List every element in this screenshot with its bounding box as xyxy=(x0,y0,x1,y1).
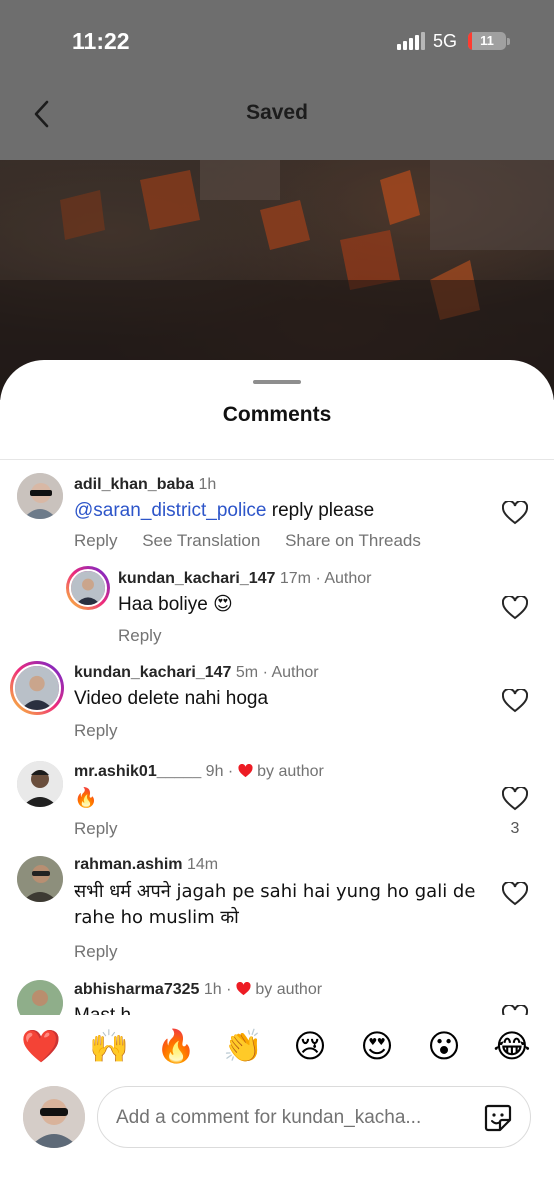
like-count[interactable]: 3 xyxy=(502,820,528,838)
like-heart-icon[interactable] xyxy=(502,596,528,620)
avatar[interactable] xyxy=(17,473,63,519)
mention-link[interactable]: @saran_district_police xyxy=(74,500,267,521)
comment-meta: adil_khan_baba 1h xyxy=(74,476,216,494)
avatar[interactable] xyxy=(17,761,63,807)
comment-text: @saran_district_police reply please xyxy=(74,500,375,521)
reply-button[interactable]: Reply xyxy=(74,819,117,838)
reaction-laughing-emoji[interactable]: 😂 xyxy=(492,1027,532,1065)
liked-by-author-label: by author xyxy=(255,981,323,998)
timestamp: 17m xyxy=(279,570,311,587)
reaction-clap-emoji[interactable]: 👏 xyxy=(223,1027,263,1065)
author-badge: · Author xyxy=(315,570,372,587)
comment-meta: rahman.ashim 14m xyxy=(74,856,218,874)
comment-input[interactable]: Add a comment for kundan_kacha... xyxy=(97,1086,531,1148)
comment-actions: Reply xyxy=(74,819,137,839)
avatar[interactable] xyxy=(17,980,63,1015)
battery-level: 11 xyxy=(480,33,494,48)
liked-by-author-label: by author xyxy=(257,763,324,780)
comment-input-placeholder: Add a comment for kundan_kacha... xyxy=(116,1107,422,1128)
timestamp: 9h xyxy=(205,763,224,780)
comment-text: 🔥 xyxy=(74,787,98,809)
page-title: Saved xyxy=(246,101,308,124)
username[interactable]: adil_khan_baba xyxy=(74,476,194,493)
username[interactable]: abhisharma7325 xyxy=(74,981,199,998)
comment-actions: Reply xyxy=(74,942,137,962)
top-bar: 11:22 5G 11 Saved xyxy=(0,0,554,160)
timestamp: 1h xyxy=(198,476,217,493)
comment-meta: abhisharma7325 1h · by author xyxy=(74,981,323,998)
status-bar: 11:22 5G 11 xyxy=(0,26,554,58)
like-heart-icon[interactable] xyxy=(502,689,528,713)
network-type: 5G xyxy=(433,31,458,51)
like-heart-icon[interactable] xyxy=(502,882,528,906)
my-avatar[interactable] xyxy=(23,1086,85,1148)
sticker-icon[interactable] xyxy=(482,1102,514,1134)
comment-text: सभी धर्म अपने jagah pe sahi hai yung ho … xyxy=(74,881,476,928)
username[interactable]: mr.ashik01_____ xyxy=(74,763,201,780)
like-heart-icon[interactable] xyxy=(502,1005,528,1015)
reply-button[interactable]: Reply xyxy=(118,626,161,645)
comment-meta: mr.ashik01_____ 9h · by author xyxy=(74,763,324,780)
like-heart-icon[interactable] xyxy=(502,787,528,811)
comment-meta: kundan_kachari_147 17m · Author xyxy=(118,570,371,588)
comment-text: Video delete nahi hoga xyxy=(74,688,269,709)
see-translation-button[interactable]: See Translation xyxy=(142,531,260,550)
reaction-bar: ❤️ 🙌 🔥 👏 😢 😍 😮 😂 xyxy=(0,1015,554,1085)
battery-icon: 11 xyxy=(468,32,506,50)
reaction-raised-hands-emoji[interactable]: 🙌 xyxy=(89,1027,129,1065)
drag-handle[interactable] xyxy=(253,380,301,384)
comment-text: Haa boliye 😍 xyxy=(118,594,233,615)
comments-list[interactable]: adil_khan_baba 1h @saran_district_police… xyxy=(0,460,554,1015)
username[interactable]: kundan_kachari_147 xyxy=(74,664,231,681)
reaction-crying-emoji[interactable]: 😢 xyxy=(290,1027,330,1065)
avatar[interactable] xyxy=(66,566,110,610)
like-heart-icon[interactable] xyxy=(502,501,528,525)
reaction-fire-emoji[interactable]: 🔥 xyxy=(156,1027,196,1065)
comment-actions: Reply xyxy=(118,626,181,646)
reaction-surprised-emoji[interactable]: 😮 xyxy=(424,1027,464,1065)
reply-button[interactable]: Reply xyxy=(74,531,117,550)
comment-composer: Add a comment for kundan_kacha... xyxy=(0,1083,554,1200)
comment-actions: Reply See Translation Share on Threads xyxy=(74,531,441,551)
signal-icon xyxy=(397,32,425,50)
username[interactable]: rahman.ashim xyxy=(74,856,182,873)
author-heart-icon xyxy=(236,982,251,996)
author-badge: · Author xyxy=(262,664,319,681)
share-on-threads-button[interactable]: Share on Threads xyxy=(285,531,421,550)
reaction-heart-eyes-emoji[interactable]: 😍 xyxy=(357,1027,397,1065)
comment-actions: Reply xyxy=(74,721,137,741)
author-heart-icon xyxy=(238,764,253,778)
reaction-heart-emoji[interactable]: ❤️ xyxy=(21,1027,61,1065)
timestamp: 1h xyxy=(203,981,222,998)
battery-tip xyxy=(507,38,510,45)
timestamp: 14m xyxy=(186,856,219,873)
timestamp: 5m xyxy=(235,664,259,681)
avatar[interactable] xyxy=(10,661,64,715)
reply-button[interactable]: Reply xyxy=(74,942,117,961)
reply-button[interactable]: Reply xyxy=(74,721,117,740)
comment-text: Mast h xyxy=(74,1003,474,1015)
username[interactable]: kundan_kachari_147 xyxy=(118,570,275,587)
status-time: 11:22 xyxy=(72,28,130,54)
avatar[interactable] xyxy=(17,856,63,902)
comment-meta: kundan_kachari_147 5m · Author xyxy=(74,664,319,682)
comments-title: Comments xyxy=(222,403,332,426)
